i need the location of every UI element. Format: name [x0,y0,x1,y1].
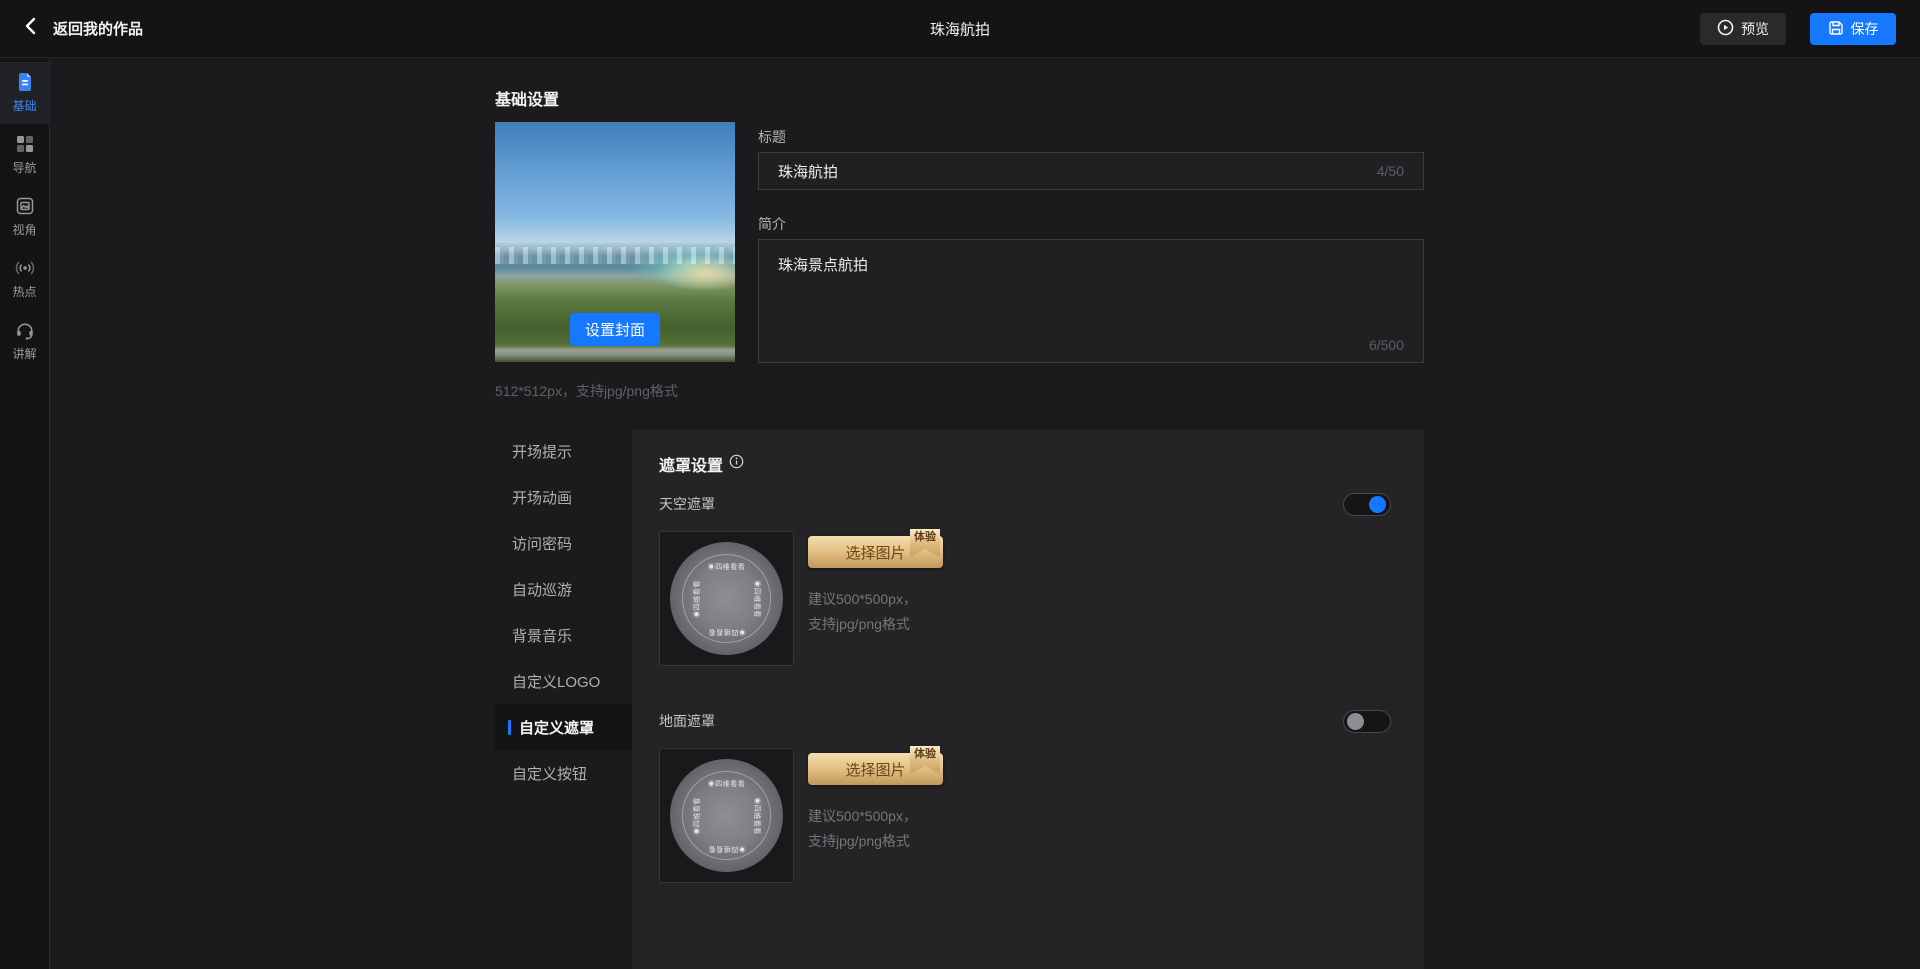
sky-mask-hint: 建议500*500px， 支持jpg/png格式 [808,587,917,637]
intro-field-label: 简介 [758,214,786,234]
preview-button[interactable]: 预览 [1700,13,1786,45]
sidebar-item-hotspot[interactable]: 热点 [0,248,49,310]
toggle-knob [1369,496,1386,513]
watermark-logo: ◉四维看看 [708,779,746,789]
intro-counter: 6/500 [1369,337,1404,353]
sky-mask-label: 天空遮罩 [659,494,715,514]
mask-panel-header: 遮罩设置 [659,452,744,476]
viewport-icon [15,196,35,216]
sky-mask-disc: ◉四维看看 ◉四维看看 ◉四维看看 ◉四维看看 [670,542,783,655]
sidebar-item-label: 导航 [12,159,36,176]
ground-mask-toggle[interactable] [1343,710,1391,733]
submenu-item-custom-button[interactable]: 自定义按钮 [495,750,632,796]
submenu-item-opening-tip[interactable]: 开场提示 [495,428,632,474]
sidebar-item-label: 讲解 [12,345,36,362]
ground-choose-image-button[interactable]: 选择图片 体验 [808,753,943,785]
watermark-logo: ◉四维看看 [708,627,746,637]
signal-icon [14,258,36,278]
ground-mask-preview: ◉四维看看 ◉四维看看 ◉四维看看 ◉四维看看 [659,748,794,883]
submenu-item-background-music[interactable]: 背景音乐 [495,612,632,658]
submenu-item-auto-tour[interactable]: 自动巡游 [495,566,632,612]
toggle-knob [1347,713,1364,730]
set-cover-button[interactable]: 设置封面 [570,313,660,346]
info-icon[interactable] [729,454,744,474]
document-icon [15,72,35,92]
cover-hint: 512*512px，支持jpg/png格式 [495,381,678,401]
ground-mask-label: 地面遮罩 [659,711,715,731]
save-floppy-icon [1828,20,1844,39]
hint-line: 建议500*500px， [808,804,917,829]
play-circle-icon [1717,19,1734,39]
watermark-logo: ◉四维看看 [692,580,702,618]
hint-line: 支持jpg/png格式 [808,612,917,637]
back-button[interactable]: 返回我的作品 [24,17,143,40]
topbar-actions: 预览 保存 [1700,13,1896,45]
topbar: 返回我的作品 珠海航拍 预览 保存 [0,0,1920,58]
submenu-item-custom-mask[interactable]: 自定义遮罩 [495,704,632,750]
submenu-item-access-password[interactable]: 访问密码 [495,520,632,566]
submenu-item-label: 自定义LOGO [512,671,600,692]
sky-mask-preview: ◉四维看看 ◉四维看看 ◉四维看看 ◉四维看看 [659,531,794,666]
submenu-item-label: 开场提示 [512,441,572,462]
hint-line: 建议500*500px， [808,587,917,612]
watermark-logo: ◉四维看看 [708,562,746,572]
trial-ribbon-badge: 体验 [910,529,940,557]
title-field-wrap: 4/50 [758,152,1424,190]
sky-choose-image-button[interactable]: 选择图片 体验 [808,536,943,568]
sky-mask-toggle[interactable] [1343,493,1391,516]
intro-textarea[interactable]: 珠海景点航拍 [759,240,1423,362]
preview-label: 预览 [1741,19,1769,39]
title-counter: 4/50 [1377,163,1404,179]
title-field-label: 标题 [758,127,786,147]
save-label: 保存 [1851,19,1879,39]
submenu-item-custom-logo[interactable]: 自定义LOGO [495,658,632,704]
submenu-item-label: 自动巡游 [512,579,572,600]
intro-field-wrap: 珠海景点航拍 6/500 [758,239,1424,363]
sidebar-item-basic[interactable]: 基础 [0,62,49,124]
page-title: 珠海航拍 [930,18,990,39]
active-indicator-bar [508,720,511,735]
title-input[interactable] [759,153,1423,189]
back-chevron-icon [24,17,36,40]
submenu-item-label: 开场动画 [512,487,572,508]
watermark-logo: ◉四维看看 [751,797,761,835]
choose-image-label: 选择图片 [845,762,905,779]
app-window: 返回我的作品 珠海航拍 预览 保存 基础 [0,0,1920,969]
sidebar-item-label: 热点 [12,283,36,300]
sidebar: 基础 导航 视角 热点 讲解 [0,58,50,969]
headset-icon [15,320,35,340]
submenu-item-label: 背景音乐 [512,625,572,646]
submenu-item-label: 访问密码 [512,533,572,554]
mask-settings-panel: 遮罩设置 天空遮罩 ◉四维看看 ◉四维看看 ◉四维看看 ◉四维看看 选择图片 体… [632,430,1424,969]
grid-icon [15,134,35,154]
sidebar-item-navigation[interactable]: 导航 [0,124,49,186]
section-title: 基础设置 [495,86,559,110]
trial-ribbon-badge: 体验 [910,746,940,774]
watermark-logo: ◉四维看看 [692,797,702,835]
sidebar-item-narration[interactable]: 讲解 [0,310,49,372]
sidebar-item-viewpoint[interactable]: 视角 [0,186,49,248]
choose-image-label: 选择图片 [845,545,905,562]
sidebar-item-label: 基础 [12,97,36,114]
back-label: 返回我的作品 [53,18,143,39]
watermark-logo: ◉四维看看 [708,844,746,854]
watermark-logo: ◉四维看看 [751,580,761,618]
submenu-item-label: 自定义遮罩 [519,717,594,738]
hint-line: 支持jpg/png格式 [808,829,917,854]
submenu-item-label: 自定义按钮 [512,763,587,784]
mask-panel-title: 遮罩设置 [659,452,723,476]
ground-mask-disc: ◉四维看看 ◉四维看看 ◉四维看看 ◉四维看看 [670,759,783,872]
save-button[interactable]: 保存 [1810,13,1896,45]
sidebar-item-label: 视角 [12,221,36,238]
submenu-item-opening-animation[interactable]: 开场动画 [495,474,632,520]
settings-submenu: 开场提示 开场动画 访问密码 自动巡游 背景音乐 自定义LOGO 自定义遮罩 自… [495,428,632,796]
ground-mask-hint: 建议500*500px， 支持jpg/png格式 [808,804,917,854]
